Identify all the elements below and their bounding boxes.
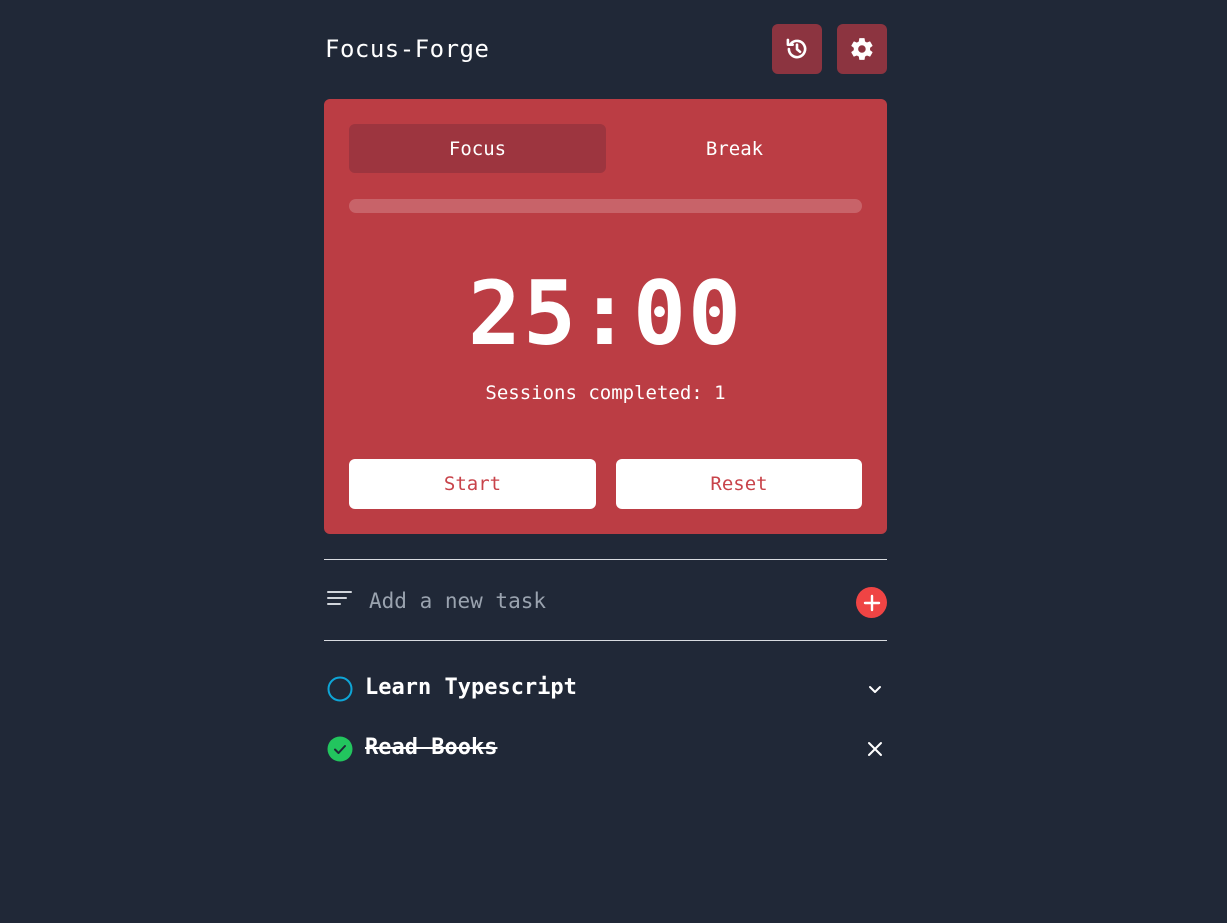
header: Focus-Forge <box>324 24 887 74</box>
history-button[interactable] <box>772 24 822 74</box>
reset-button[interactable]: Reset <box>616 459 862 509</box>
start-button[interactable]: Start <box>349 459 596 509</box>
task-item: Learn Typescript <box>324 669 887 709</box>
unchecked-circle-icon[interactable] <box>327 676 353 702</box>
sessions-completed: Sessions completed: 1 <box>485 382 726 404</box>
history-icon <box>786 38 807 59</box>
chevron-down-icon <box>869 686 881 693</box>
task-label: Learn Typescript <box>365 675 577 700</box>
check-circle-icon[interactable] <box>327 736 353 762</box>
sort-lines-icon <box>327 591 352 605</box>
timer-card: Focus Break 25:00 Sessions completed: 1 … <box>324 99 887 534</box>
task-input-row <box>324 560 887 640</box>
new-task-input[interactable] <box>369 584 839 618</box>
task-label: Read Books <box>365 735 498 760</box>
gear-icon <box>851 38 873 60</box>
plus-circle-icon <box>863 594 880 611</box>
settings-button[interactable] <box>837 24 887 74</box>
timer-display: 25:00 <box>468 262 743 365</box>
task-item: Read Books <box>324 729 887 769</box>
close-icon <box>868 742 882 756</box>
tab-break[interactable]: Break <box>606 124 863 173</box>
divider <box>324 640 887 641</box>
app-title: Focus-Forge <box>325 35 490 63</box>
expand-task-button[interactable] <box>864 678 886 700</box>
add-task-button[interactable] <box>856 587 887 618</box>
tab-focus[interactable]: Focus <box>349 124 606 173</box>
delete-task-button[interactable] <box>864 738 886 760</box>
progress-bar <box>349 199 862 213</box>
